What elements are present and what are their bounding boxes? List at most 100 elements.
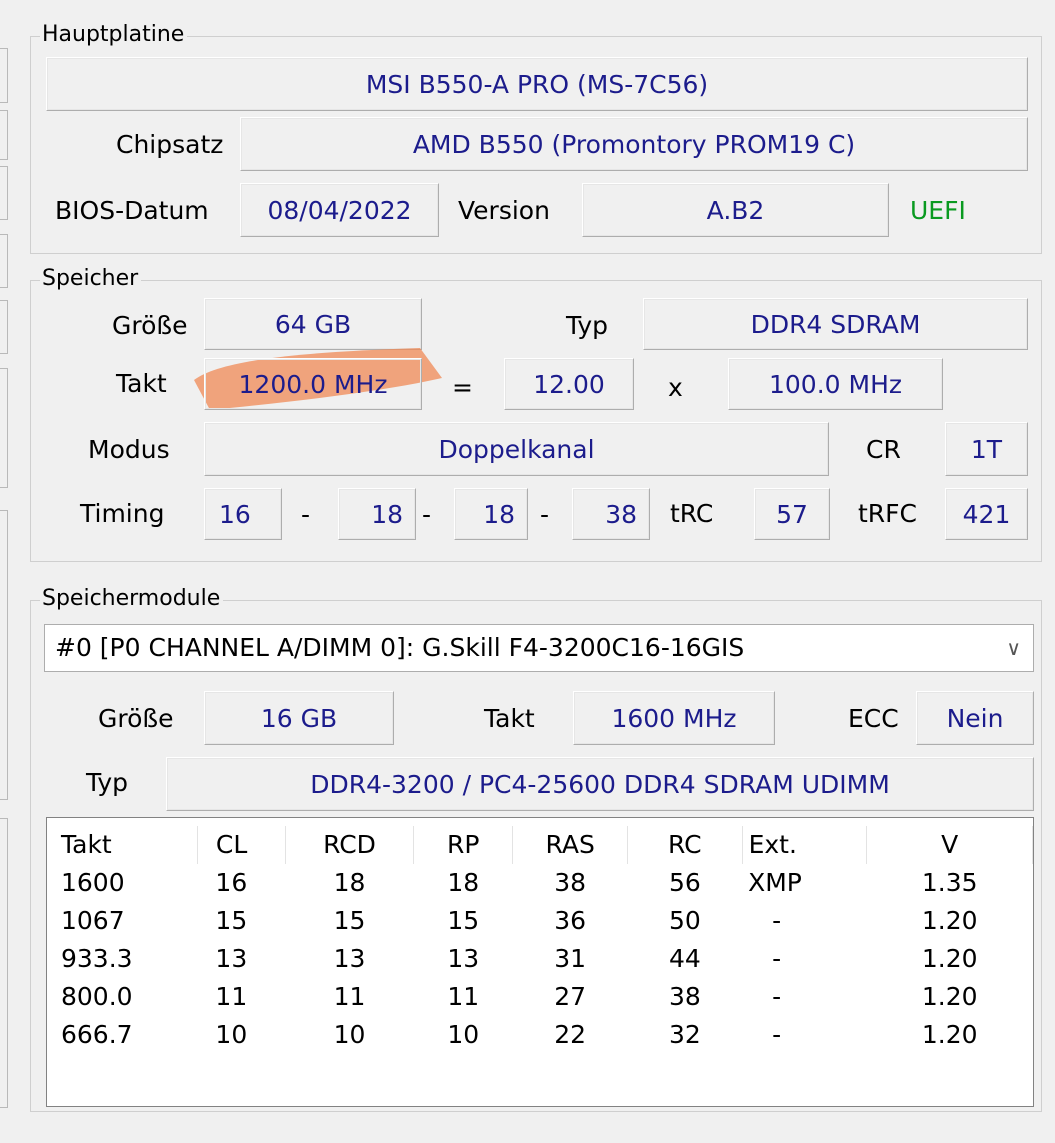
chipset-label: Chipsatz xyxy=(116,130,224,159)
table-cell: 1.20 xyxy=(921,1020,978,1049)
table-row[interactable]: 933.3 13 13 13 31 44 - 1.20 xyxy=(47,940,1033,978)
spd-timing-table[interactable]: Takt CL RCD RP RAS RC Ext. V 1600 16 18 … xyxy=(46,817,1034,1107)
left-panel-edge xyxy=(0,166,8,220)
timing-label: Timing xyxy=(80,499,165,528)
table-cell: 1.35 xyxy=(921,868,978,897)
table-cell: 1600 xyxy=(61,868,125,897)
table-cell: 38 xyxy=(668,982,701,1011)
table-cell: 933.3 xyxy=(61,944,133,973)
bios-date-field: 08/04/2022 xyxy=(240,183,439,237)
module-select-value: #0 [P0 CHANNEL A/DIMM 0]: G.Skill F4-320… xyxy=(55,633,745,662)
chevron-down-icon[interactable]: ∨ xyxy=(1006,625,1021,671)
left-panel-edge xyxy=(0,368,8,488)
table-row[interactable]: 666.7 10 10 10 22 32 - 1.20 xyxy=(47,1016,1033,1054)
module-clock-label: Takt xyxy=(484,704,535,733)
table-cell: 11 xyxy=(447,982,480,1011)
memory-mode-label: Modus xyxy=(88,435,170,464)
memory-type-label: Typ xyxy=(566,311,609,340)
table-cell: 56 xyxy=(668,868,701,897)
left-panel-edge xyxy=(0,818,8,1108)
column-header[interactable]: Ext. xyxy=(742,826,868,864)
column-header[interactable]: RP xyxy=(413,826,514,864)
table-header-row: Takt CL RCD RP RAS RC Ext. V xyxy=(47,826,1033,864)
column-header[interactable]: RC xyxy=(627,826,743,864)
timing-ras-field: 38 xyxy=(572,488,650,540)
module-clock-field: 1600 MHz xyxy=(573,691,775,745)
table-cell: 13 xyxy=(215,944,248,973)
trfc-label: tRFC xyxy=(858,499,918,528)
memory-type-field: DDR4 SDRAM xyxy=(643,298,1028,350)
table-cell: 31 xyxy=(554,944,587,973)
equals-sign: = xyxy=(452,373,473,402)
table-row[interactable]: 1600 16 18 18 38 56 XMP 1.35 xyxy=(47,864,1033,902)
module-ecc-label: ECC xyxy=(848,704,899,733)
left-panel-edge xyxy=(0,48,8,103)
table-cell: 666.7 xyxy=(61,1020,133,1049)
table-cell: 18 xyxy=(333,868,366,897)
table-cell: - xyxy=(772,906,782,935)
timing-separator: - xyxy=(422,500,432,529)
table-cell: 44 xyxy=(668,944,701,973)
table-cell: 16 xyxy=(215,868,248,897)
left-panel-edge xyxy=(0,300,8,354)
table-cell: 18 xyxy=(447,868,480,897)
mainboard-legend: Hauptplatine xyxy=(40,22,188,48)
table-cell: 1.20 xyxy=(921,982,978,1011)
memory-clock-field: 1200.0 MHz xyxy=(204,358,422,410)
module-size-field: 16 GB xyxy=(204,691,394,745)
memory-base-clock-field: 100.0 MHz xyxy=(728,358,943,410)
table-cell: 10 xyxy=(333,1020,366,1049)
modules-legend: Speichermodule xyxy=(40,586,224,612)
timing-rp-field: 18 xyxy=(454,488,528,540)
table-cell: - xyxy=(772,982,782,1011)
table-cell: 13 xyxy=(333,944,366,973)
memory-mode-field: Doppelkanal xyxy=(204,422,829,476)
memory-size-label: Größe xyxy=(112,311,188,340)
table-cell: 1067 xyxy=(61,906,125,935)
trc-label: tRC xyxy=(670,499,714,528)
table-cell: 10 xyxy=(447,1020,480,1049)
table-cell: XMP xyxy=(748,868,802,897)
table-cell: 50 xyxy=(668,906,701,935)
spd-table: Takt CL RCD RP RAS RC Ext. V 1600 16 18 … xyxy=(47,826,1033,1054)
mainboard-model-field: MSI B550-A PRO (MS-7C56) xyxy=(46,57,1028,111)
timing-separator: - xyxy=(301,500,311,529)
version-field: A.B2 xyxy=(582,183,889,237)
table-cell: 38 xyxy=(554,868,587,897)
cr-label: CR xyxy=(866,435,901,464)
table-cell: 36 xyxy=(554,906,587,935)
table-cell: 27 xyxy=(554,982,587,1011)
column-header[interactable]: V xyxy=(866,826,1033,864)
version-label: Version xyxy=(458,196,550,225)
table-cell: 13 xyxy=(447,944,480,973)
table-row[interactable]: 800.0 11 11 11 27 38 - 1.20 xyxy=(47,978,1033,1016)
table-cell: 15 xyxy=(447,906,480,935)
module-type-label: Typ xyxy=(86,768,129,797)
memory-clock-label: Takt xyxy=(116,369,167,398)
table-row[interactable]: 1067 15 15 15 36 50 - 1.20 xyxy=(47,902,1033,940)
chipset-field: AMD B550 (Promontory PROM19 C) xyxy=(240,117,1028,171)
table-cell: 1.20 xyxy=(921,906,978,935)
cr-field: 1T xyxy=(945,422,1028,476)
table-cell: 10 xyxy=(215,1020,248,1049)
table-cell: - xyxy=(772,944,782,973)
times-sign: x xyxy=(668,373,683,402)
column-header[interactable]: CL xyxy=(197,826,286,864)
uefi-label: UEFI xyxy=(910,196,966,225)
table-cell: - xyxy=(772,1020,782,1049)
module-size-label: Größe xyxy=(98,704,174,733)
trc-field: 57 xyxy=(754,488,830,540)
memory-multiplier-field: 12.00 xyxy=(504,358,634,410)
table-cell: 11 xyxy=(215,982,248,1011)
table-cell: 15 xyxy=(333,906,366,935)
column-header[interactable]: Takt xyxy=(47,826,198,864)
timing-rcd-field: 18 xyxy=(338,488,416,540)
timing-cl-field: 16 xyxy=(204,488,282,540)
module-ecc-field: Nein xyxy=(916,691,1034,745)
memory-legend: Speicher xyxy=(40,266,142,292)
table-cell: 11 xyxy=(333,982,366,1011)
module-select-dropdown[interactable]: #0 [P0 CHANNEL A/DIMM 0]: G.Skill F4-320… xyxy=(44,624,1034,672)
column-header[interactable]: RCD xyxy=(285,826,415,864)
column-header[interactable]: RAS xyxy=(512,826,629,864)
table-cell: 32 xyxy=(668,1020,701,1049)
